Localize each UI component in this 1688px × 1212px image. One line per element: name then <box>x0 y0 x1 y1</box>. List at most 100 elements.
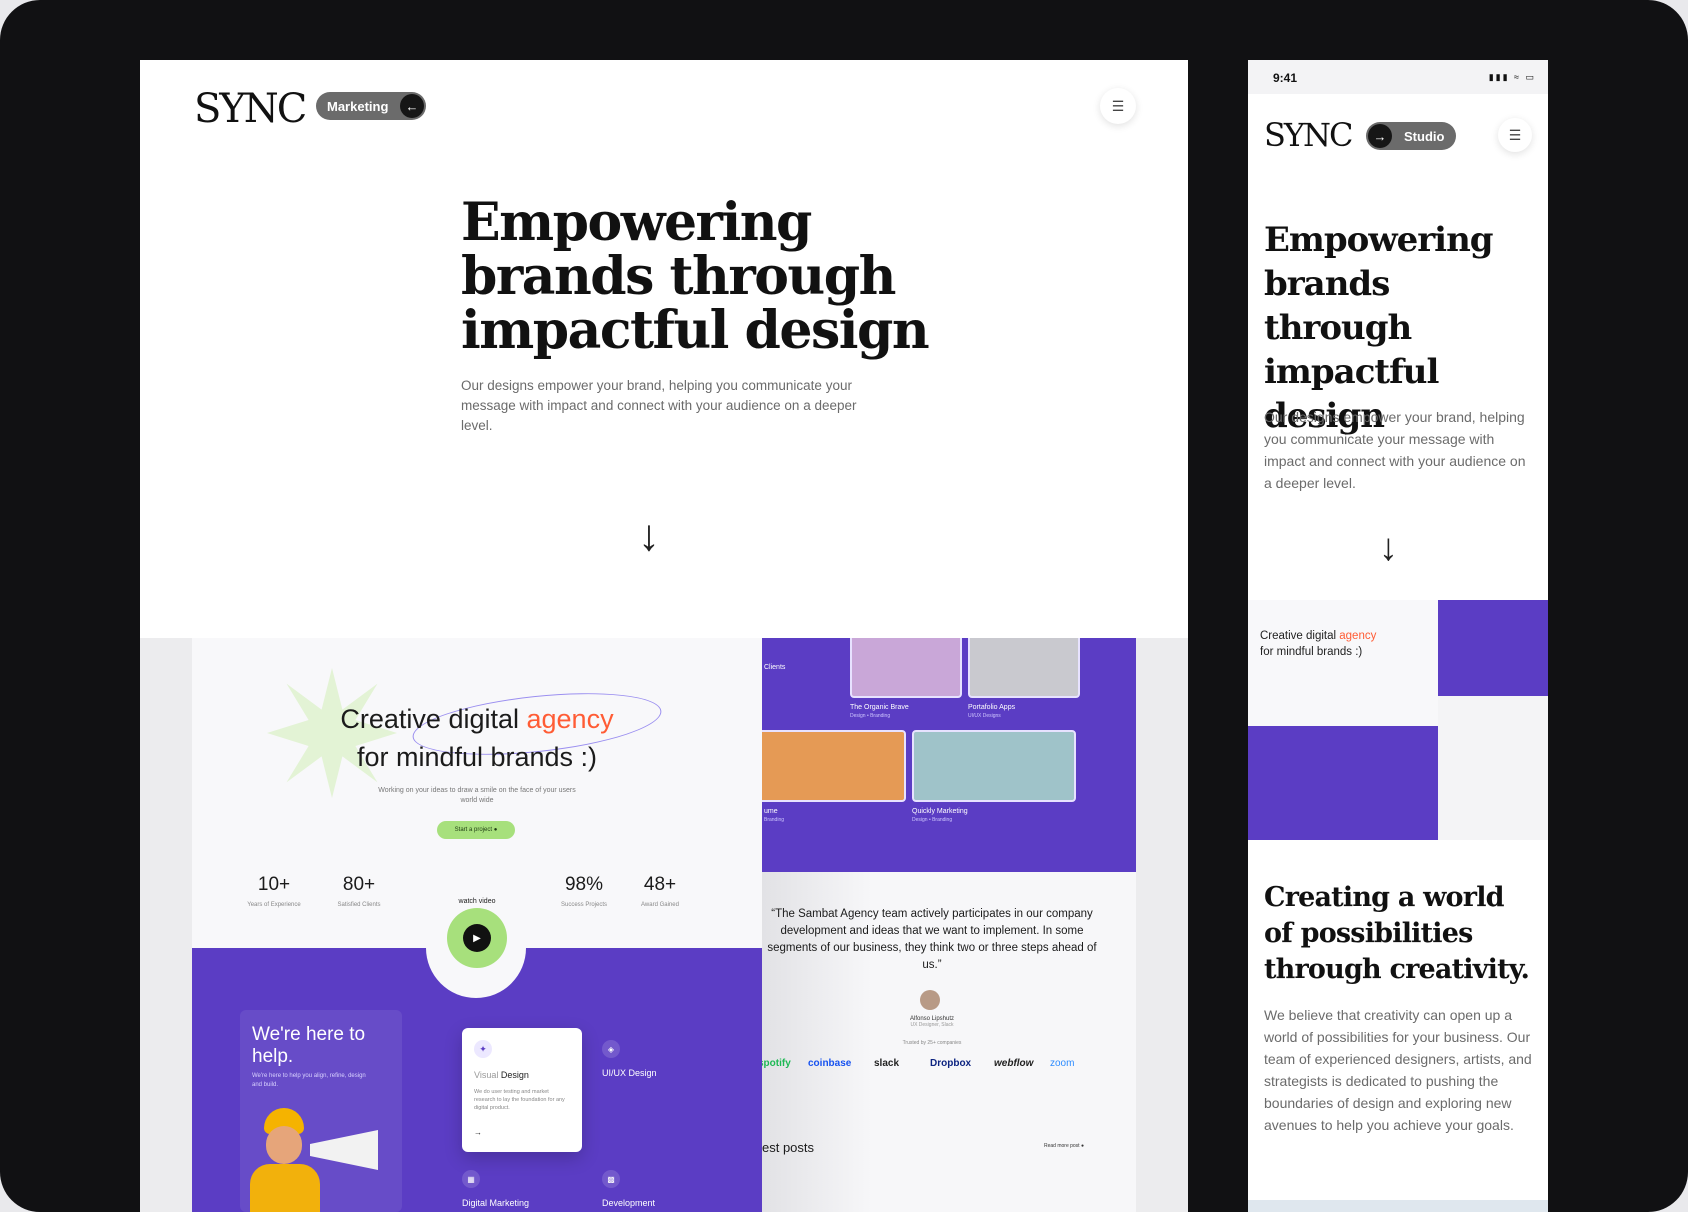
arrow-down-icon[interactable]: ↓ <box>638 514 660 558</box>
stat: 98% Success Projects <box>552 874 616 908</box>
cta-label: Start a project <box>454 827 493 833</box>
person-illustration <box>250 1108 320 1212</box>
desktop-page: SYNC Marketing ← ☰ Empowering brands thr… <box>140 60 1188 1212</box>
showcase-headline: Creative digital agency for mindful brand… <box>1260 628 1376 660</box>
arrow-right-icon[interactable]: → <box>474 1128 482 1137</box>
showcase-right: Clients The Organic Brave Design • Brandi… <box>762 638 1136 1212</box>
section-title: Creating a world of possibilities throug… <box>1264 882 1530 985</box>
headline-accent: agency <box>1339 630 1377 642</box>
showcase-tagline: Working on your ideas to draw a smile on… <box>378 787 576 804</box>
service-item[interactable]: ▦ Digital Marketing <box>462 1170 529 1208</box>
showcase-purple <box>1248 726 1438 840</box>
read-more-label: Read more post <box>1044 1143 1080 1149</box>
read-more-link[interactable]: Read more post ● <box>1044 1143 1084 1149</box>
stat-number: 98% <box>564 874 604 895</box>
project-thumb[interactable] <box>762 730 906 802</box>
headline-pre-text: Creative digital <box>1260 630 1340 642</box>
card-title-light: Visual <box>474 1070 499 1080</box>
logo[interactable]: SYNC <box>194 86 307 132</box>
section-body: We believe that creativity can open up a… <box>1264 1007 1532 1133</box>
stat-number: 10+ <box>257 874 291 895</box>
trusted-label: Trusted by 25+ companies <box>902 1040 962 1046</box>
status-bar: 9:41 ▮▮▮ ≈ ▭ <box>1248 60 1548 94</box>
hero-title: Empowering brands through impactful desi… <box>461 192 930 361</box>
hero-title: Empowering brands through impactful desi… <box>1264 220 1494 436</box>
service-label: UI/UX Design <box>602 1068 657 1078</box>
logo[interactable]: SYNC <box>1264 116 1354 154</box>
project-title: The Organic Brave <box>850 704 909 711</box>
service-item[interactable]: ▩ Development <box>602 1170 655 1208</box>
service-item[interactable]: ◈ UI/UX Design <box>602 1040 657 1078</box>
project-title: Portafolio Apps <box>968 704 1016 711</box>
project-label: Portafolio Apps UI/UX Designs <box>968 704 1015 719</box>
chart-icon: ▦ <box>462 1170 480 1188</box>
brand-logo-slack: slack <box>874 1058 900 1069</box>
code-icon: ▩ <box>602 1170 620 1188</box>
pill-label: Marketing <box>327 98 389 114</box>
arrow-down-icon[interactable]: ↓ <box>1379 526 1398 570</box>
project-thumb[interactable] <box>850 638 962 698</box>
project-tags: Design • Branding <box>850 713 891 719</box>
visual-design-card[interactable]: ✦ Visual Design We do user testing and m… <box>462 1028 582 1152</box>
testimonial-author: Alfonso Lipshutz UX Designer, Slack <box>872 1016 992 1028</box>
arrow-right-icon: → <box>1368 124 1392 148</box>
brand-logo-coinbase: coinbase <box>808 1058 852 1069</box>
stat: 10+ Years of Experience <box>242 874 306 908</box>
project-tags: UI/UX Designs <box>968 713 1001 719</box>
stat-label: Satisfied Clients <box>337 902 381 908</box>
headline-post: for mindful brands :) <box>1260 646 1363 658</box>
card-title-bold: Design <box>500 1070 529 1080</box>
start-project-button[interactable]: Start a project ● <box>437 821 515 839</box>
showcase-left: Creative digital agency for mindful bran… <box>192 638 762 1212</box>
stat-number: 48+ <box>643 874 677 895</box>
project-title: ume <box>764 808 778 815</box>
project-thumb[interactable] <box>968 638 1080 698</box>
signal-wifi-battery-icon: ▮▮▮ ≈ ▭ <box>1488 72 1536 82</box>
project-label: Quickly Marketing Design • Branding <box>912 808 968 823</box>
help-subtitle: We're here to help you align, refine, de… <box>252 1073 366 1088</box>
menu-icon[interactable]: ☰ <box>1100 88 1136 124</box>
showcase-right-thumb <box>1438 600 1548 696</box>
card-title: Visual Design <box>474 1070 529 1080</box>
stat-label: Award Gained <box>641 902 679 908</box>
pill-label: Studio <box>1404 128 1445 144</box>
mobile-showcase: Creative digital agency for mindful brand… <box>1248 600 1548 840</box>
brand-logo-webflow: webflow <box>994 1058 1034 1069</box>
layers-icon: ◈ <box>602 1040 620 1058</box>
brand-logo-spotify: spotify <box>762 1058 791 1069</box>
studio-pill-button[interactable]: → Studio <box>1366 122 1456 150</box>
project-tags: Branding <box>764 817 785 823</box>
project-title: Quickly Marketing <box>912 808 968 815</box>
showcase-headline: Creative digital agency for mindful bran… <box>252 700 702 776</box>
status-time: 9:41 <box>1273 71 1298 85</box>
showcase-right-lower <box>1438 696 1548 840</box>
card-description: We do user testing and market research t… <box>474 1089 565 1111</box>
mobile-page: 9:41 ▮▮▮ ≈ ▭ SYNC → Studio ☰ Empowering … <box>1248 60 1548 1212</box>
sparkle-icon: ✦ <box>474 1040 492 1058</box>
avatar <box>920 990 940 1010</box>
headline-accent: agency <box>526 704 614 734</box>
service-label: Development <box>602 1198 656 1208</box>
stat-label: Years of Experience <box>247 902 301 908</box>
stat: 48+ Award Gained <box>628 874 692 908</box>
stat: 80+ Satisfied Clients <box>327 874 391 908</box>
device-frame: SYNC Marketing ← ☰ Empowering brands thr… <box>0 0 1688 1212</box>
watch-video-button[interactable]: watch video ▶ <box>447 898 507 968</box>
brand-logo-dropbox: Dropbox <box>930 1058 972 1069</box>
menu-icon[interactable]: ☰ <box>1498 118 1532 152</box>
help-title: We're here to help. <box>252 1024 366 1067</box>
stat-number: 80+ <box>342 874 376 895</box>
showcase-band: Creative digital agency for mindful bran… <box>140 638 1188 1212</box>
brand-logo-zoom: zoom <box>1050 1058 1075 1069</box>
stat-label: Success Projects <box>560 902 608 908</box>
marketing-pill-button[interactable]: Marketing ← <box>316 92 426 120</box>
play-icon: ▶ <box>463 924 491 952</box>
testimonial-quote: “The Sambat Agency team actively partici… <box>767 908 1097 971</box>
headline-post: for mindful brands :) <box>356 742 598 772</box>
next-section-preview <box>1248 1200 1548 1212</box>
hero-subtitle: Our designs empower your brand, helping … <box>461 378 857 433</box>
project-tags: Design • Branding <box>912 817 953 823</box>
latest-posts-title: est posts <box>762 1140 815 1155</box>
watch-video-label: watch video <box>458 898 496 905</box>
project-thumb[interactable] <box>912 730 1076 802</box>
